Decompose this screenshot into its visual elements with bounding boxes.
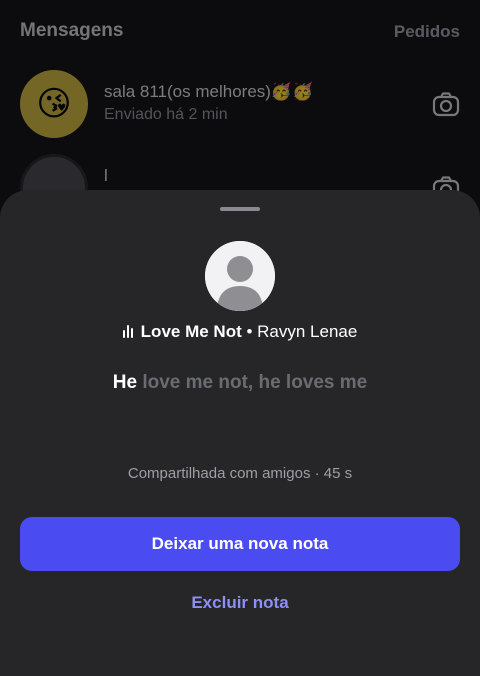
song-info: Love Me Not • Ravyn Lenae	[0, 322, 480, 343]
song-artist: Ravyn Lenae	[257, 322, 358, 341]
song-title: Love Me Not	[140, 322, 242, 341]
note-bottom-sheet: Love Me Not • Ravyn Lenae He love me not…	[0, 190, 480, 676]
chat-name: l	[104, 166, 108, 185]
notes-screen: Mensagens Pedidos 😘 sala 811(os melhores…	[0, 0, 480, 676]
song-separator: •	[241, 322, 258, 341]
default-avatar-icon	[205, 241, 275, 311]
chat-row[interactable]: 😘 sala 811(os melhores)🥳🥳 Enviado há 2 m…	[20, 70, 460, 140]
new-note-button[interactable]: Deixar uma nova nota	[20, 517, 460, 571]
chat-avatar: 😘	[20, 70, 88, 138]
messages-header: Mensagens Pedidos	[20, 20, 460, 46]
messages-title: Mensagens	[20, 20, 124, 41]
shared-status: Compartilhada com amigos · 45 s	[127, 465, 353, 482]
lyric-remaining: love me not, he loves me	[142, 372, 368, 393]
chat-subtitle: Enviado há 2 min	[104, 106, 228, 123]
camera-icon[interactable]	[432, 90, 460, 118]
lyric-line: He love me not, he loves me	[0, 372, 480, 394]
sheet-grabber[interactable]	[220, 207, 260, 211]
chat-name: sala 811(os melhores)🥳🥳	[104, 82, 314, 101]
music-bars-icon	[122, 323, 135, 343]
lyric-active-word: He	[112, 372, 138, 393]
delete-note-button[interactable]: Excluir nota	[120, 588, 360, 618]
requests-link[interactable]: Pedidos	[394, 22, 460, 42]
